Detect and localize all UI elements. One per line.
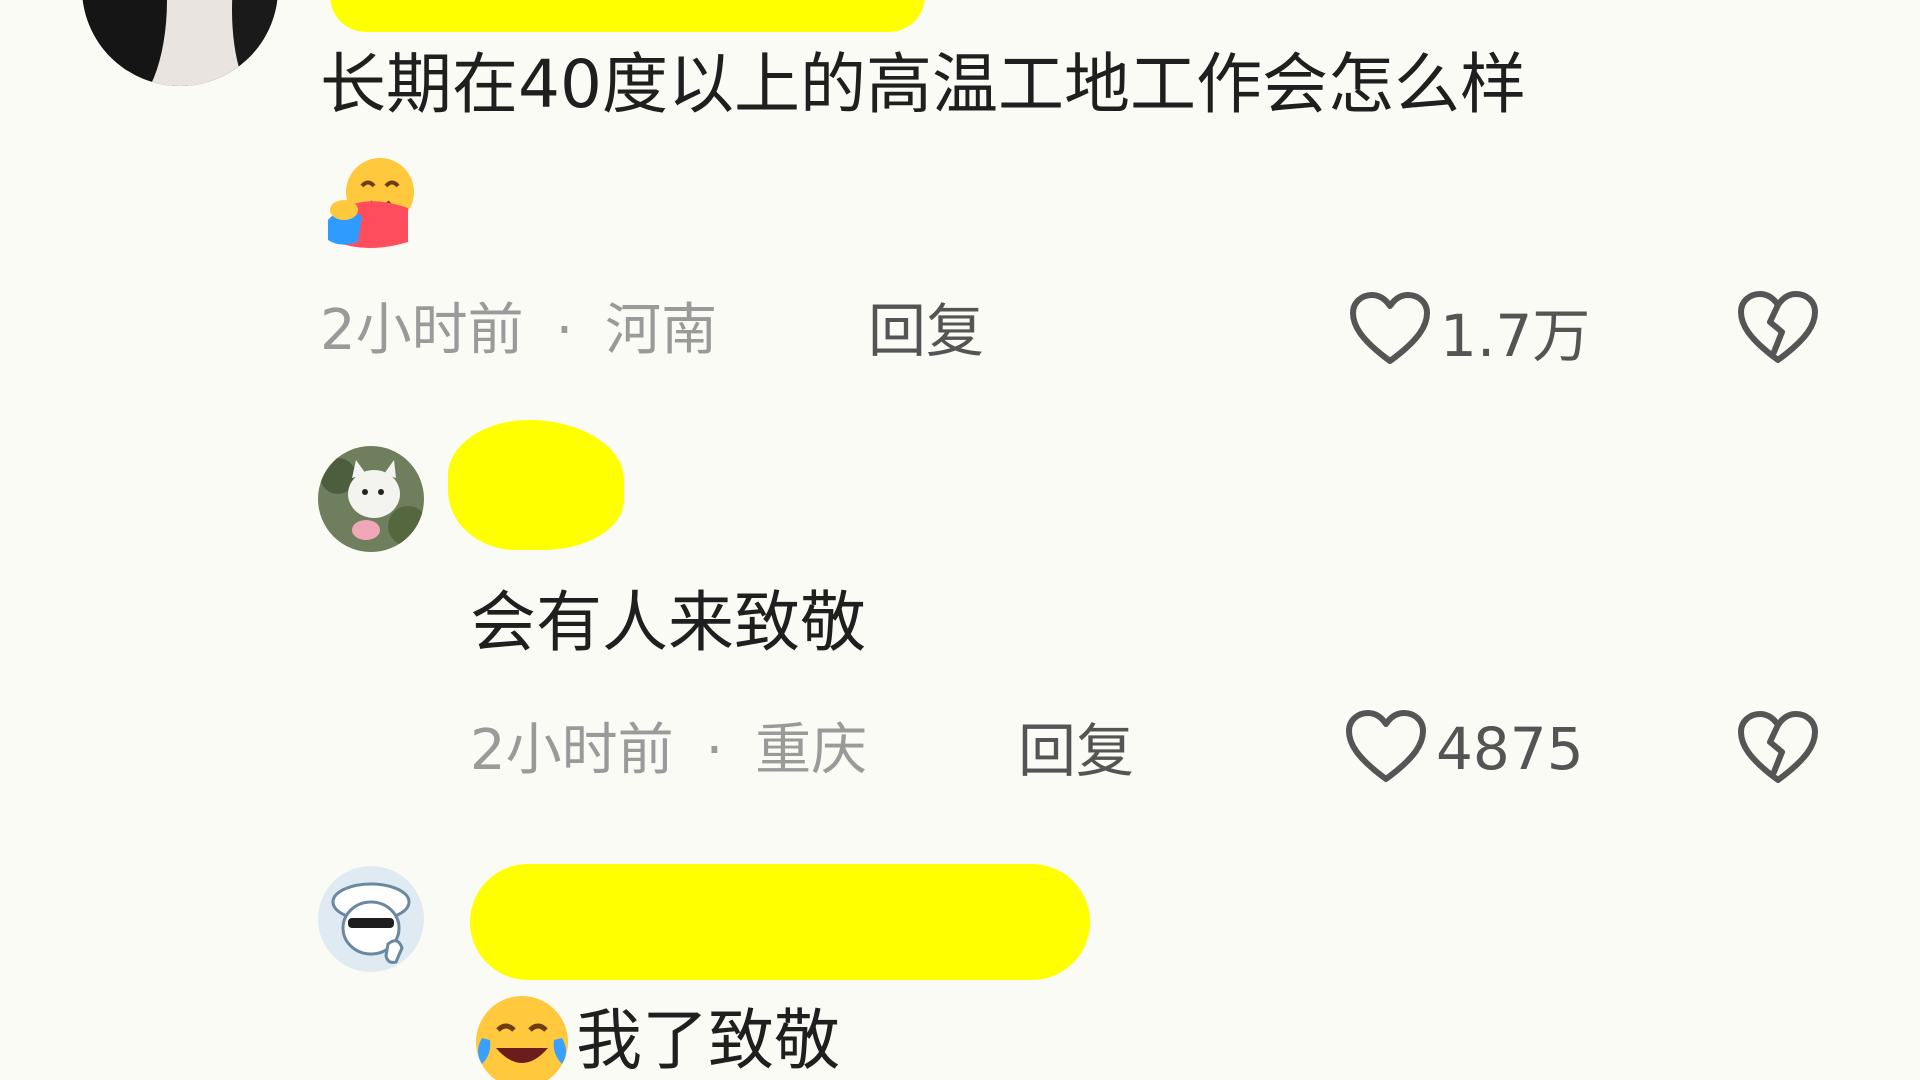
- commenter-avatar[interactable]: [318, 446, 424, 552]
- username-redaction: [470, 864, 1090, 980]
- comment-meta: 2小时前 · 重庆: [470, 716, 867, 786]
- commenter-avatar[interactable]: [82, 0, 278, 86]
- hugging-face-emoji-icon: [322, 150, 422, 250]
- meta-separator: ·: [705, 718, 724, 783]
- reply-button[interactable]: 回复: [868, 296, 984, 366]
- rofl-emoji-icon: [470, 990, 574, 1080]
- dislike-button[interactable]: [1736, 710, 1820, 790]
- comment-text: 会有人来致敬: [470, 584, 866, 661]
- username-redaction: [330, 0, 925, 32]
- comment-time: 2小时前: [470, 718, 674, 783]
- like-count: 4875: [1436, 715, 1584, 783]
- comment-text: 我了致敬: [576, 1002, 840, 1079]
- like-button[interactable]: 4875: [1344, 709, 1584, 789]
- heart-outline-icon: [1344, 709, 1428, 789]
- commenter-avatar[interactable]: [318, 866, 424, 972]
- broken-heart-icon: [1736, 711, 1820, 790]
- heart-outline-icon: [1348, 291, 1432, 371]
- comment-location: 河南: [605, 298, 718, 363]
- comment-section: 长期在40度以上的高温工地工作会怎么样 2小时前 · 河南 回复 1.7万 会有…: [0, 0, 1920, 1080]
- dislike-button[interactable]: [1736, 290, 1820, 370]
- comment-meta: 2小时前 · 河南: [320, 296, 717, 366]
- comment-time: 2小时前: [320, 298, 524, 363]
- username-redaction: [448, 420, 624, 550]
- meta-separator: ·: [555, 298, 574, 363]
- like-count: 1.7万: [1440, 302, 1591, 370]
- broken-heart-icon: [1736, 291, 1820, 370]
- comment-location: 重庆: [755, 718, 868, 783]
- like-button[interactable]: 1.7万: [1348, 291, 1590, 371]
- reply-button[interactable]: 回复: [1018, 716, 1134, 786]
- comment-text: 长期在40度以上的高温工地工作会怎么样: [320, 46, 1526, 123]
